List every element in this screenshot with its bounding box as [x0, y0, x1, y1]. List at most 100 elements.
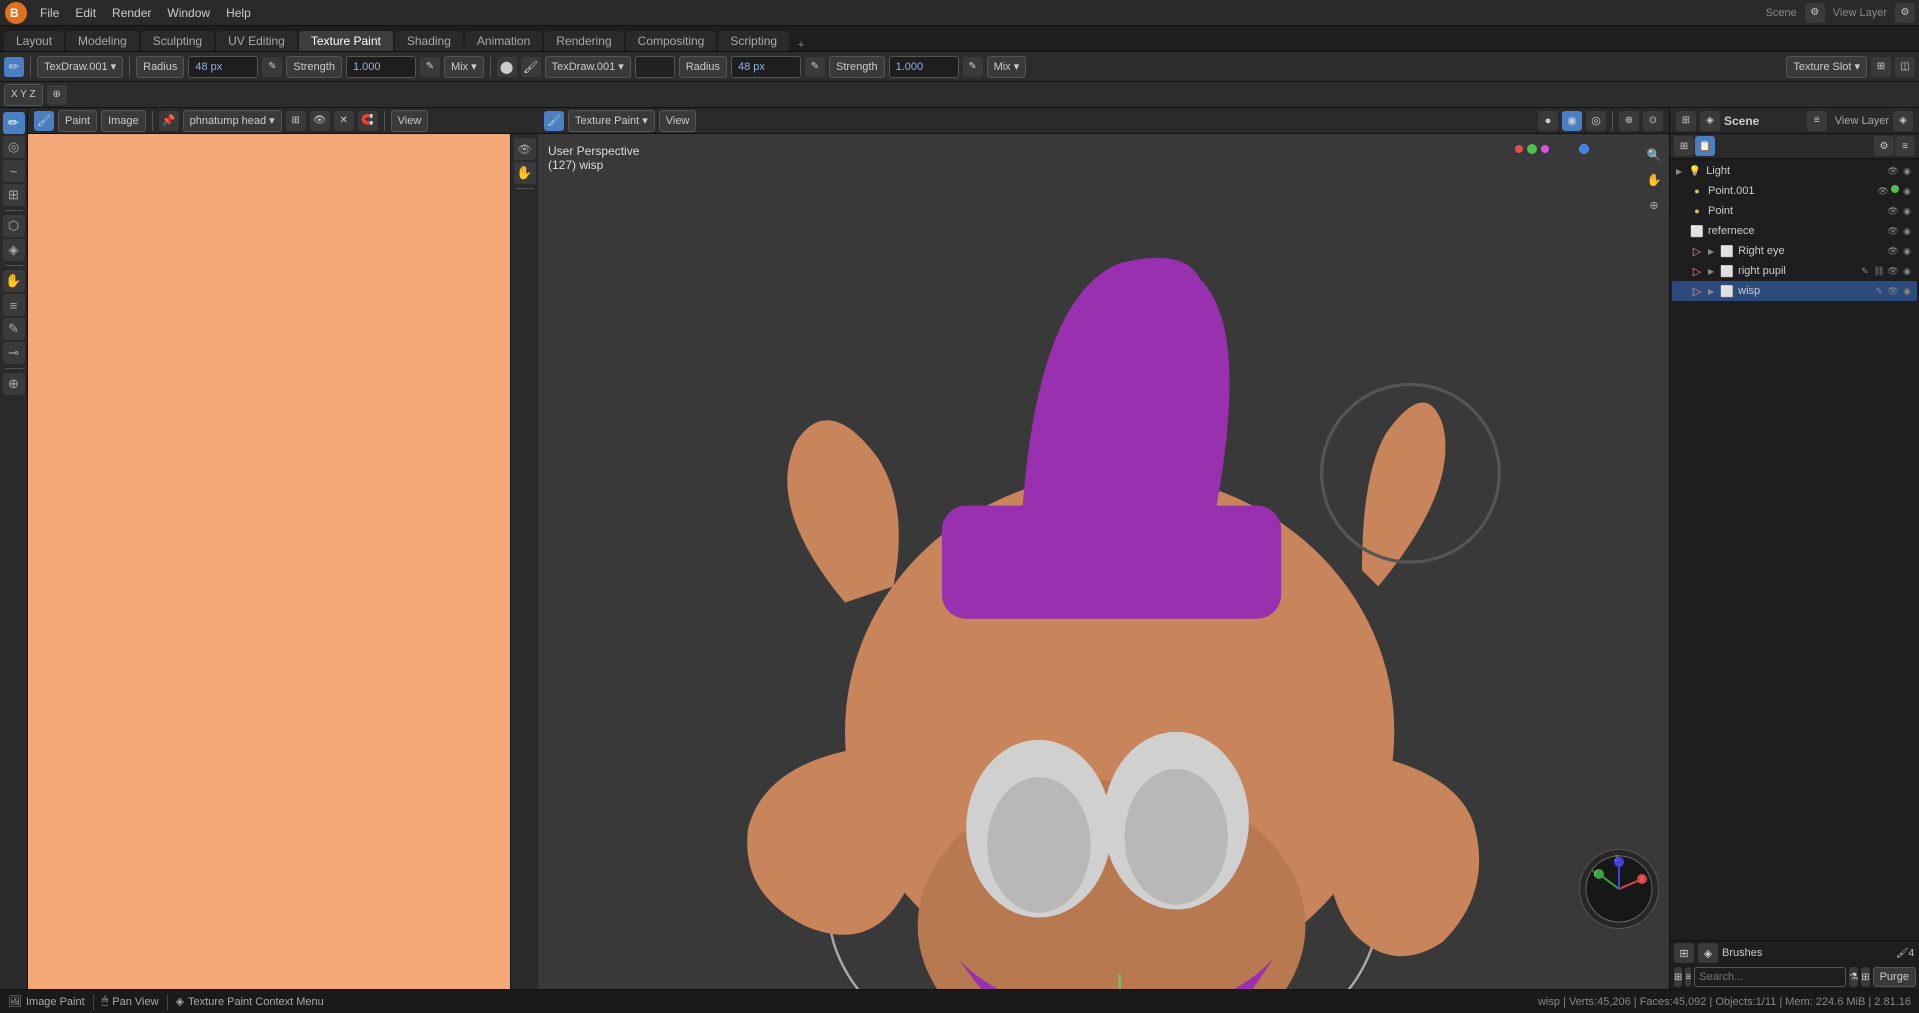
reference-view-btn[interactable]: 👁 — [1887, 225, 1899, 237]
mix-selector2[interactable]: Mix ▾ — [987, 56, 1027, 78]
outliner-item-right-eye[interactable]: ▷ ▶ ⬜ Right eye 👁 ◉ — [1672, 241, 1917, 261]
light-render-btn[interactable]: ◉ — [1901, 165, 1913, 177]
tab-animation[interactable]: Animation — [465, 31, 542, 51]
outliner-item-light[interactable]: ▶ 💡 Light 👁 ◉ — [1672, 161, 1917, 181]
purge-button[interactable]: Purge — [1873, 967, 1916, 987]
scene-settings-btn[interactable]: ⚙ — [1805, 3, 1825, 23]
color-picker-btn[interactable]: ⬤ — [497, 57, 517, 77]
outliner-item-wisp[interactable]: ▷ ▶ ⬜ wisp ✎ 👁 ◉ — [1672, 281, 1917, 301]
shading-solid-btn[interactable]: ● — [1538, 111, 1558, 131]
axes-btn[interactable]: ⊕ — [47, 85, 67, 105]
paint-mode-btn[interactable]: 🖌 — [544, 111, 564, 131]
tab-layout[interactable]: Layout — [4, 31, 64, 51]
point001-view-btn[interactable]: 👁 — [1877, 185, 1889, 197]
brushes-icon-btn[interactable]: ⊞ — [1674, 943, 1694, 963]
soften-tool[interactable]: ◎ — [3, 136, 25, 158]
radius-input[interactable]: 48 px — [188, 56, 258, 78]
filter-btn[interactable]: ⊞ — [1674, 136, 1694, 156]
draw-tool-btn[interactable]: ✏ — [4, 57, 24, 77]
vp-search-btn[interactable]: 🔍 — [1643, 144, 1665, 166]
add-workspace-btn[interactable]: + — [791, 39, 811, 51]
strength-pen-btn[interactable]: ✎ — [420, 57, 440, 77]
object-x-btn[interactable]: ✕ — [334, 111, 354, 131]
object-tools-btn[interactable]: ⊞ — [286, 111, 306, 131]
brushes-filter-icon[interactable]: ⚗ — [1849, 967, 1858, 987]
right-eye-view-btn[interactable]: 👁 — [1887, 245, 1899, 257]
fill-tool[interactable]: ⬡ — [3, 215, 25, 237]
object-selector[interactable]: phnatump head ▾ — [183, 110, 282, 132]
layer-tool[interactable]: ≡ — [3, 294, 25, 316]
brushes-filter-btn[interactable]: ⊞ — [1674, 967, 1682, 987]
vp-tool2[interactable]: ✋ — [1643, 169, 1665, 191]
mix-selector[interactable]: Mix ▾ — [444, 56, 484, 78]
annotate-tool[interactable]: ✎ — [3, 318, 25, 340]
menu-window[interactable]: Window — [159, 4, 218, 22]
right-pupil-view-btn[interactable]: 👁 — [1887, 265, 1899, 277]
scene-settings-btn2[interactable]: ≡ — [1807, 111, 1827, 131]
light-view-btn[interactable]: 👁 — [1887, 165, 1899, 177]
radius-pen-btn[interactable]: ✎ — [262, 57, 282, 77]
radius-input2[interactable]: 48 px — [731, 56, 801, 78]
outliner-item-reference[interactable]: ⬜ refernece 👁 ◉ — [1672, 221, 1917, 241]
scene-icon-btn[interactable]: ⊞ — [1676, 111, 1696, 131]
right-eye-render-btn[interactable]: ◉ — [1901, 245, 1913, 257]
radius-selector2[interactable]: Radius — [679, 56, 727, 78]
pin-btn[interactable]: 📌 — [159, 111, 179, 131]
measure-tool[interactable]: ⊸ — [3, 342, 25, 364]
navigation-gizmo[interactable]: X Y Z — [1579, 849, 1659, 929]
tab-texture-paint[interactable]: Texture Paint — [299, 31, 393, 51]
view-layer-settings-btn[interactable]: ⚙ — [1895, 3, 1915, 23]
radius-pen-btn2[interactable]: ✎ — [805, 57, 825, 77]
brushes-search-input[interactable] — [1694, 967, 1846, 987]
strength-input2[interactable]: 1.000 — [889, 56, 959, 78]
vp-tool3[interactable]: ⊕ — [1643, 194, 1665, 216]
right-pupil-render-btn[interactable]: ◉ — [1901, 265, 1913, 277]
view-toggle-btn[interactable]: ◫ — [1895, 57, 1915, 77]
clone-tool[interactable]: ⊞ — [3, 184, 25, 206]
object-eye-btn[interactable]: 👁 — [310, 111, 330, 131]
wisp-edit-btn[interactable]: ✎ — [1873, 285, 1885, 297]
view-menu-3d[interactable]: View — [659, 110, 697, 132]
right-pupil-chain-btn[interactable]: ⛓ — [1873, 265, 1885, 277]
shading-material-btn[interactable]: ◉ — [1562, 111, 1582, 131]
view-mode-btn[interactable]: ⊞ — [1871, 57, 1891, 77]
tab-sculpting[interactable]: Sculpting — [141, 31, 214, 51]
view-menu[interactable]: View — [391, 110, 429, 132]
brushes-view-btn[interactable]: ⊞ — [1861, 967, 1869, 987]
brush-type-btn[interactable]: 🖌 — [521, 57, 541, 77]
tab-scripting[interactable]: Scripting — [718, 31, 789, 51]
tab-shading[interactable]: Shading — [395, 31, 463, 51]
point-view-btn[interactable]: 👁 — [1887, 205, 1899, 217]
outliner-item-right-pupil[interactable]: ▷ ▶ ⬜ right pupil ✎ ⛓ 👁 ◉ — [1672, 261, 1917, 281]
tab-rendering[interactable]: Rendering — [544, 31, 623, 51]
grab-tool[interactable]: ✋ — [3, 270, 25, 292]
texture-slot-selector[interactable]: Texture Slot ▾ — [1786, 56, 1867, 78]
view-layer-icon[interactable]: ◈ — [1893, 111, 1913, 131]
paint-menu[interactable]: Paint — [58, 110, 97, 132]
color-swatch[interactable] — [635, 56, 675, 78]
texture-paint-menu[interactable]: Texture Paint ▾ — [568, 110, 655, 132]
menu-file[interactable]: File — [32, 4, 67, 22]
smear-tool[interactable]: ~ — [3, 160, 25, 182]
img-view-tool[interactable]: 👁 — [514, 138, 536, 160]
mask-tool[interactable]: ◈ — [3, 239, 25, 261]
gizmo-btn[interactable]: ⊙ — [1643, 111, 1663, 131]
image-paint-mode-btn[interactable]: 🖌 — [34, 111, 54, 131]
outliner-item-point[interactable]: ● Point 👁 ◉ — [1672, 201, 1917, 221]
toggle-all-btn[interactable]: ≡ — [1895, 136, 1915, 156]
tab-modeling[interactable]: Modeling — [66, 31, 139, 51]
brushes-type-btn[interactable]: ◈ — [1698, 943, 1718, 963]
strength-pen-btn2[interactable]: ✎ — [963, 57, 983, 77]
overlay-btn[interactable]: ⊕ — [1619, 111, 1639, 131]
wisp-view-btn[interactable]: 👁 — [1887, 285, 1899, 297]
point001-render-btn[interactable]: ◉ — [1901, 185, 1913, 197]
point-render-btn[interactable]: ◉ — [1901, 205, 1913, 217]
brushes-toggle-btn[interactable]: ≡ — [1685, 967, 1691, 987]
shading-rendered-btn[interactable]: ◎ — [1586, 111, 1606, 131]
img-move-tool[interactable]: ✋ — [514, 162, 536, 184]
menu-render[interactable]: Render — [104, 4, 159, 22]
outliner-mode-btn[interactable]: 📋 — [1695, 136, 1715, 156]
wisp-render-btn[interactable]: ◉ — [1901, 285, 1913, 297]
right-pupil-edit-btn[interactable]: ✎ — [1859, 265, 1871, 277]
brush-mode-selector[interactable]: TexDraw.001 ▾ — [37, 56, 123, 78]
